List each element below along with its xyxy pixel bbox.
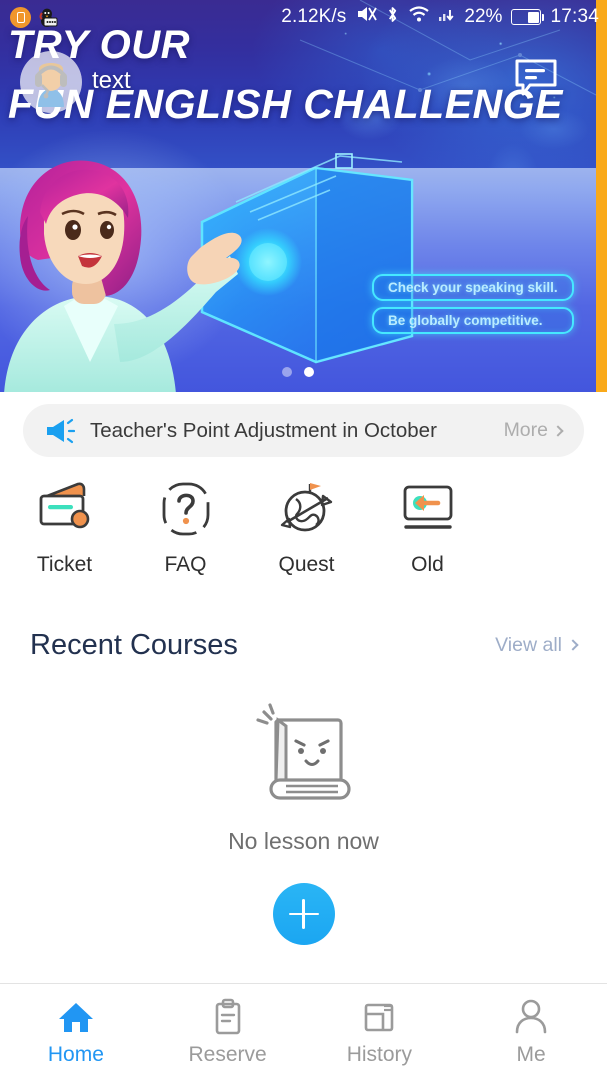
nav-label: Me — [516, 1042, 546, 1066]
next-slide-peek[interactable] — [596, 0, 607, 392]
banner-woman-illustration — [4, 160, 242, 392]
quick-action-label: FAQ — [164, 553, 207, 576]
quick-action-label: Quest — [278, 553, 335, 576]
quick-action-quest[interactable]: Quest — [246, 478, 367, 588]
quick-action-label: Old — [411, 553, 444, 576]
chevron-right-icon — [567, 639, 579, 651]
support-agent-label: text — [92, 67, 131, 94]
battery-percent-text: 22% — [464, 6, 503, 27]
banner-tag: Check your speaking skill. — [372, 274, 574, 301]
monitor-arrow-icon — [397, 478, 459, 540]
wallet-ticket-icon — [34, 478, 96, 540]
view-all-button[interactable]: View all — [495, 633, 579, 657]
announcement-more-label: More — [503, 419, 548, 441]
support-agent-avatar-icon — [20, 51, 82, 113]
penguin-icon — [38, 7, 59, 28]
home-icon — [57, 998, 95, 1036]
quick-action-faq[interactable]: FAQ — [125, 478, 246, 588]
status-bar-right: 2.12K/s 22% 17:34 — [281, 4, 599, 30]
wifi-icon — [408, 5, 430, 29]
status-bar-left — [10, 6, 59, 28]
network-speed-text: 2.12K/s — [281, 6, 347, 27]
empty-state-text: No lesson now — [228, 828, 379, 854]
support-agent-avatar[interactable] — [20, 51, 82, 113]
banner-slide[interactable]: TRY OUR FUN ENGLISH CHALLENGE text Check… — [0, 0, 596, 392]
mute-icon — [355, 4, 378, 30]
book-face-icon — [255, 700, 352, 806]
carousel-dot[interactable] — [282, 367, 292, 377]
recent-courses-header: Recent Courses View all — [0, 620, 607, 670]
status-bar: 2.12K/s 22% 17:34 — [0, 0, 607, 34]
announcement-bar[interactable]: Teacher's Point Adjustment in October Mo… — [23, 404, 584, 457]
megaphone-icon — [45, 418, 76, 444]
bottom-navigation: Home Reserve History Me — [0, 983, 607, 1080]
app-screen: TRY OUR FUN ENGLISH CHALLENGE text Check… — [0, 0, 607, 1080]
nav-label: History — [346, 1042, 413, 1066]
globe-flag-icon — [276, 478, 338, 540]
carousel-dot-active[interactable] — [304, 367, 314, 377]
add-lesson-button[interactable] — [272, 883, 335, 945]
empty-state: No lesson now — [0, 700, 607, 945]
nav-item-me[interactable]: Me — [455, 984, 607, 1080]
person-icon — [512, 998, 550, 1036]
message-bubble-icon[interactable] — [514, 58, 558, 98]
book-icon — [360, 998, 398, 1036]
nav-label: Home — [47, 1042, 104, 1066]
plus-icon-vertical — [302, 899, 305, 929]
quick-action-ticket[interactable]: Ticket — [4, 478, 125, 588]
quick-actions-row: Ticket FAQ Quest Old — [0, 478, 607, 588]
signal-icon — [439, 5, 455, 29]
nav-item-reserve[interactable]: Reserve — [152, 984, 304, 1080]
nav-label: Reserve — [188, 1042, 267, 1066]
clipboard-icon — [209, 998, 247, 1036]
add-lesson-wrapper — [272, 855, 335, 945]
view-all-label: View all — [495, 633, 562, 656]
nav-item-home[interactable]: Home — [0, 984, 152, 1080]
nav-item-history[interactable]: History — [304, 984, 456, 1080]
bluetooth-icon — [386, 5, 399, 30]
announcement-text: Teacher's Point Adjustment in October — [90, 418, 437, 442]
quick-action-label: Ticket — [36, 553, 93, 576]
battery-icon — [511, 9, 545, 25]
carousel-dots — [0, 367, 596, 377]
app-badge-icon — [10, 6, 31, 28]
question-mark-icon — [155, 478, 217, 540]
banner-tag-list: Check your speaking skill. Be globally c… — [372, 274, 574, 340]
announcement-more-button[interactable]: More — [503, 419, 564, 442]
banner-tag: Be globally competitive. — [372, 307, 574, 334]
quick-action-old[interactable]: Old — [367, 478, 488, 588]
clock-text: 17:34 — [550, 6, 599, 27]
page-title: Recent Courses — [30, 628, 238, 661]
chevron-right-icon — [552, 424, 564, 437]
promo-banner-carousel[interactable]: TRY OUR FUN ENGLISH CHALLENGE text Check… — [0, 0, 607, 392]
